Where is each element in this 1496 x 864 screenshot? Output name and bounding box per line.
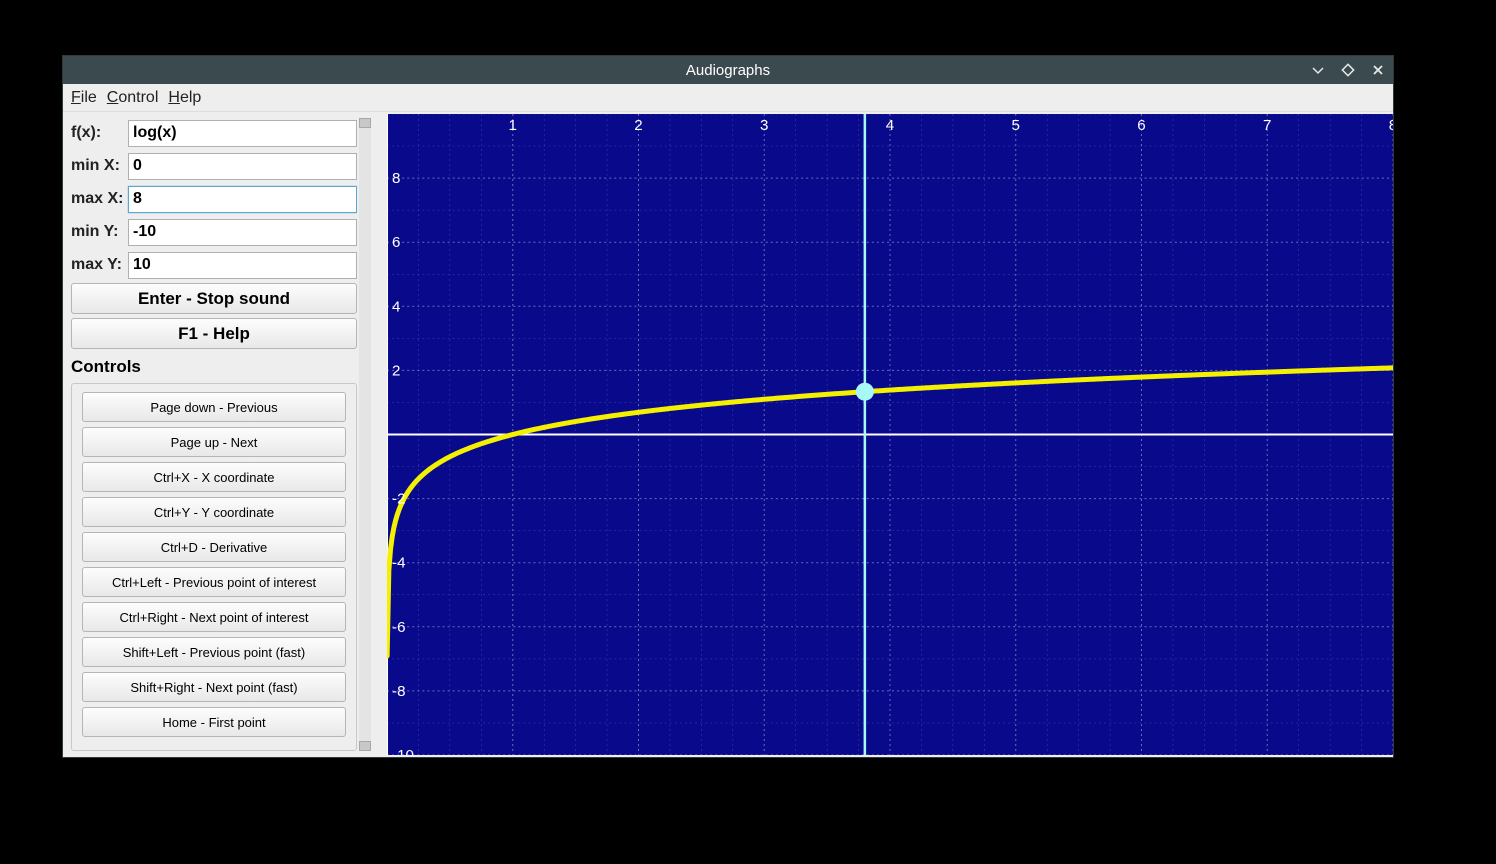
fx-label: f(x): bbox=[71, 124, 128, 142]
control-button-4[interactable]: Ctrl+D - Derivative bbox=[82, 532, 346, 562]
svg-text:4: 4 bbox=[886, 117, 894, 134]
maxy-input[interactable] bbox=[128, 252, 357, 279]
window-title: Audiographs bbox=[686, 62, 770, 79]
maximize-icon[interactable] bbox=[1339, 61, 1357, 79]
minimize-icon[interactable] bbox=[1309, 61, 1327, 79]
fx-input[interactable] bbox=[128, 120, 357, 147]
control-button-2[interactable]: Ctrl+X - X coordinate bbox=[82, 462, 346, 492]
miny-label: min Y: bbox=[71, 223, 128, 241]
miny-input[interactable] bbox=[128, 219, 357, 246]
maxx-input[interactable] bbox=[128, 186, 357, 213]
close-icon[interactable] bbox=[1369, 61, 1387, 79]
svg-text:6: 6 bbox=[392, 234, 400, 251]
svg-text:4: 4 bbox=[392, 298, 400, 315]
maxy-label: max Y: bbox=[71, 256, 128, 274]
svg-text:2: 2 bbox=[392, 362, 400, 379]
menubar: File Control Help bbox=[63, 84, 1393, 112]
svg-text:5: 5 bbox=[1012, 117, 1020, 134]
svg-text:8: 8 bbox=[392, 170, 400, 187]
svg-text:-4: -4 bbox=[392, 555, 405, 572]
app-window: Audiographs File Control Help f(x): bbox=[62, 55, 1394, 758]
menu-file[interactable]: File bbox=[71, 89, 97, 107]
control-button-3[interactable]: Ctrl+Y - Y coordinate bbox=[82, 497, 346, 527]
control-button-6[interactable]: Ctrl+Right - Next point of interest bbox=[82, 602, 346, 632]
maxx-label: max X: bbox=[71, 190, 128, 208]
controls-box: Page down - Previous Page up - Next Ctrl+X… bbox=[71, 383, 357, 751]
enter-button[interactable]: Enter - Stop sound bbox=[71, 283, 357, 314]
minx-input[interactable] bbox=[128, 153, 357, 180]
control-button-9[interactable]: Home - First point bbox=[82, 707, 346, 737]
svg-text:-2: -2 bbox=[392, 491, 405, 508]
help-button[interactable]: F1 - Help bbox=[71, 318, 357, 349]
svg-text:7: 7 bbox=[1263, 117, 1271, 134]
svg-text:8: 8 bbox=[1389, 117, 1393, 134]
svg-text:-8: -8 bbox=[392, 683, 405, 700]
control-button-5[interactable]: Ctrl+Left - Previous point of interest bbox=[82, 567, 346, 597]
control-button-1[interactable]: Page up - Next bbox=[82, 427, 346, 457]
left-panel: f(x): min X: max X: min Y: max Y: bbox=[63, 112, 377, 757]
scrollbar[interactable] bbox=[359, 118, 371, 751]
chart-area: 1 2 3 4 5 6 7 8 -10 -8 -6 -4 -2 2 4 6 8 bbox=[377, 112, 1393, 757]
svg-text:-6: -6 bbox=[392, 619, 405, 636]
svg-text:1: 1 bbox=[509, 117, 517, 134]
minx-label: min X: bbox=[71, 157, 128, 175]
control-button-8[interactable]: Shift+Right - Next point (fast) bbox=[82, 672, 346, 702]
svg-text:2: 2 bbox=[634, 117, 642, 134]
menu-help[interactable]: Help bbox=[168, 89, 201, 107]
scroll-up-icon[interactable] bbox=[359, 118, 371, 128]
svg-text:6: 6 bbox=[1137, 117, 1145, 134]
controls-header: Controls bbox=[71, 357, 357, 377]
svg-text:3: 3 bbox=[760, 117, 768, 134]
control-button-7[interactable]: Shift+Left - Previous point (fast) bbox=[82, 637, 346, 667]
control-button-0[interactable]: Page down - Previous bbox=[82, 392, 346, 422]
titlebar: Audiographs bbox=[63, 56, 1393, 84]
chart[interactable]: 1 2 3 4 5 6 7 8 -10 -8 -6 -4 -2 2 4 6 8 bbox=[387, 114, 1393, 755]
scroll-down-icon[interactable] bbox=[359, 741, 371, 751]
menu-control[interactable]: Control bbox=[107, 89, 159, 107]
svg-text:-10: -10 bbox=[392, 747, 414, 755]
